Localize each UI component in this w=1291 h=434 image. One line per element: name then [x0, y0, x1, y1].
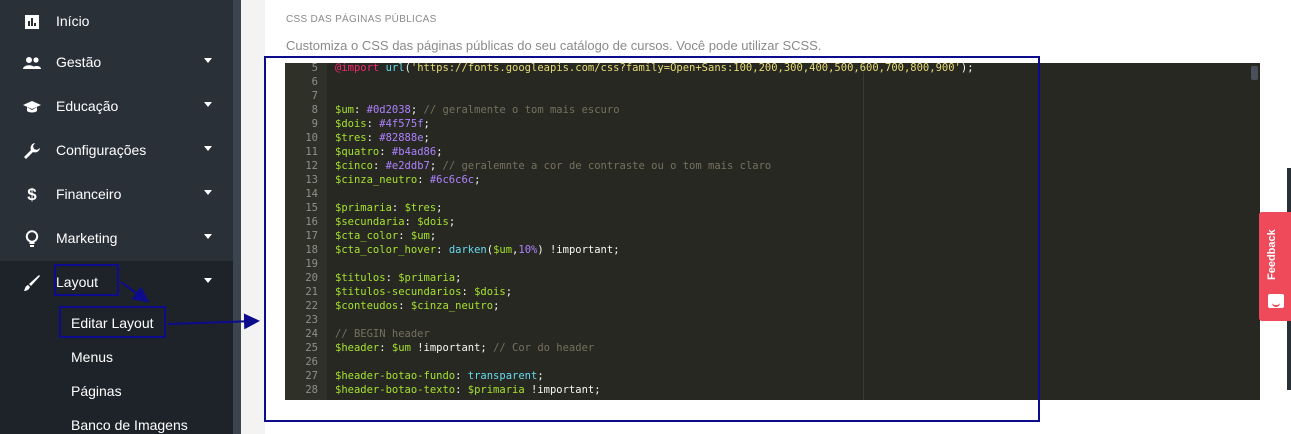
arrow-to-editar-layout	[120, 281, 150, 303]
feedback-button[interactable]: Feedback	[1259, 212, 1291, 321]
annotation-arrows	[120, 281, 260, 330]
feedback-label: Feedback	[1266, 229, 1278, 280]
smiley-icon	[1268, 294, 1284, 308]
arrow-to-editor	[167, 313, 260, 330]
